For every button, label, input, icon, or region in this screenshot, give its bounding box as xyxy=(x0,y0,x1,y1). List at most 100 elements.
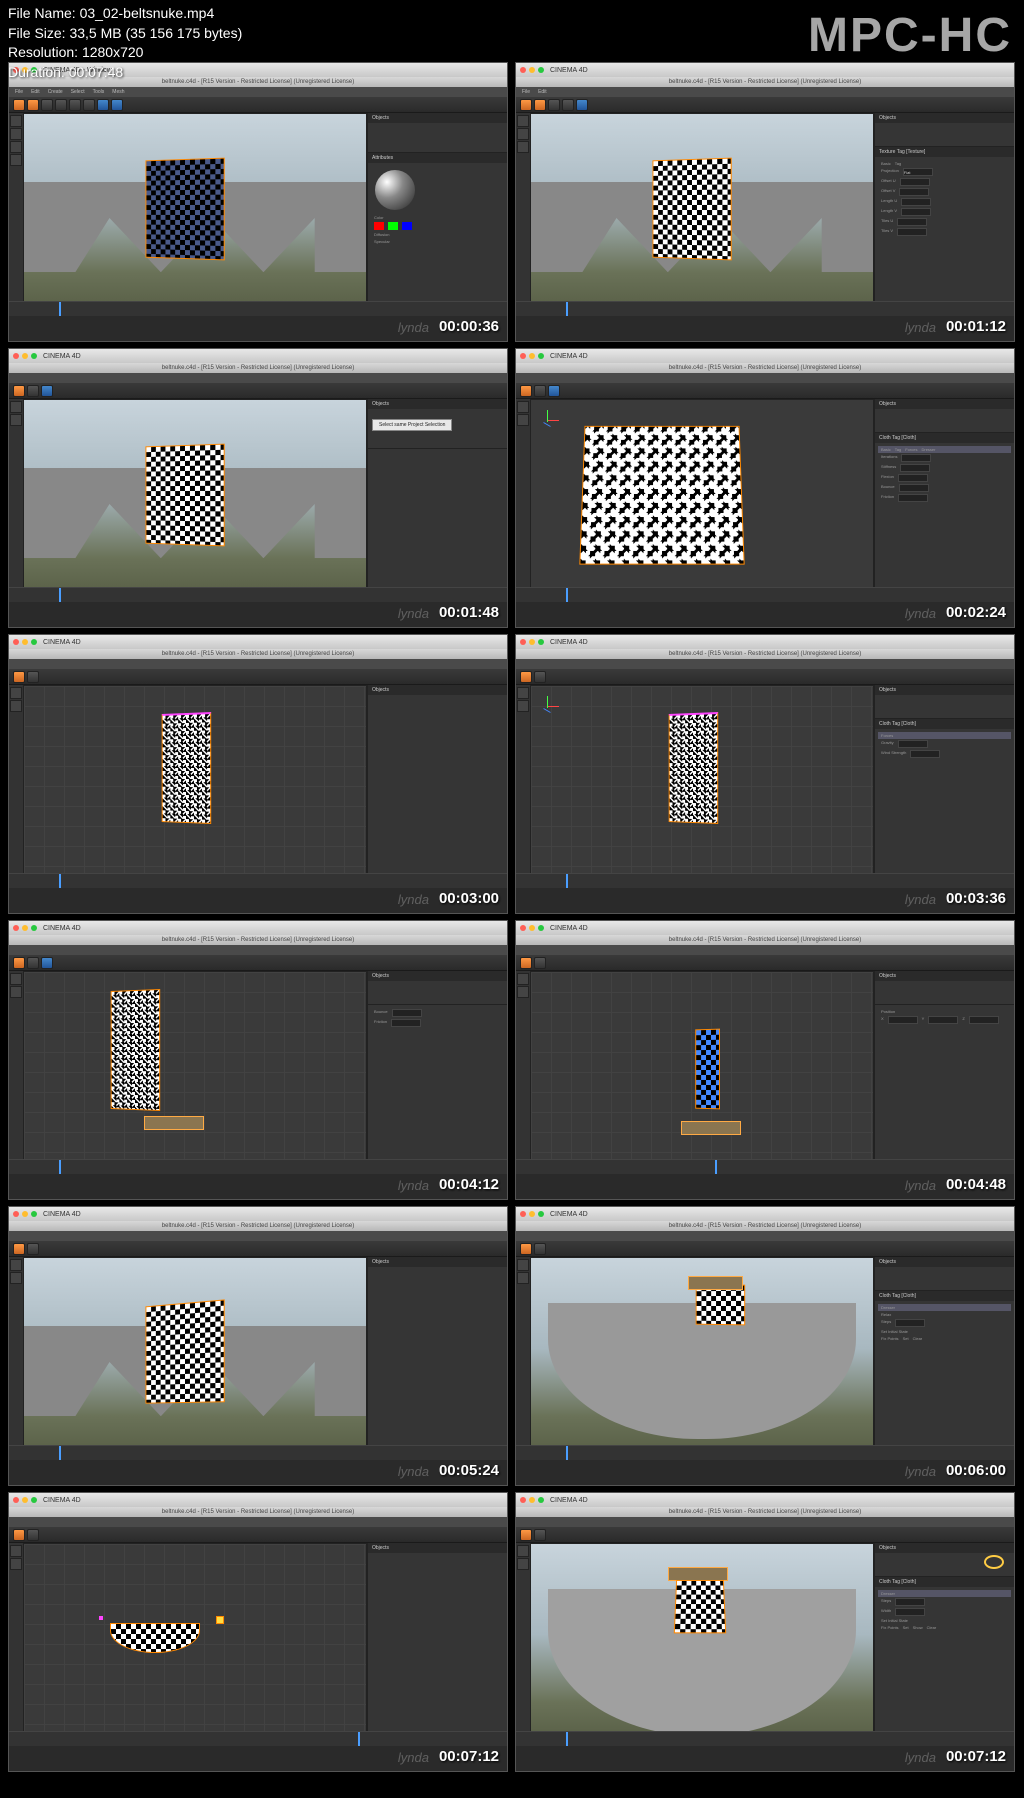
cloth-plane[interactable] xyxy=(145,158,224,261)
thumbnail[interactable]: CINEMA 4D beltnuke.c4d - [R15 Version - … xyxy=(8,1492,508,1772)
watermark: lynda xyxy=(398,1178,429,1193)
watermark: lynda xyxy=(398,1750,429,1765)
document-title: beltnuke.c4d - [R15 Version - Restricted… xyxy=(9,935,507,945)
cloth-plane[interactable] xyxy=(145,1300,224,1404)
collider-box[interactable] xyxy=(668,1567,728,1581)
menu-bar[interactable] xyxy=(9,373,507,383)
thumbnail[interactable]: CINEMA 4D beltnuke.c4d - [R15 Version - … xyxy=(8,348,508,628)
timecode: 00:01:48 xyxy=(439,604,499,621)
length-u-input[interactable] xyxy=(901,198,931,206)
timecode: 00:06:00 xyxy=(946,1462,1006,1479)
cloth-tag-header[interactable]: Cloth Tag [Cloth] xyxy=(875,433,1014,443)
thumbnail[interactable]: CINEMA 4D beltnuke.c4d - [R15 Version - … xyxy=(515,1492,1015,1772)
menu-bar[interactable]: FileEdit xyxy=(516,87,1014,97)
watermark: lynda xyxy=(398,320,429,335)
tiles-v-input[interactable] xyxy=(897,228,927,236)
objects-panel-header[interactable]: Objects xyxy=(368,399,507,409)
thumbnail[interactable]: CINEMA 4D beltnuke.c4d - [R15 Version - … xyxy=(515,634,1015,914)
scale-tool-icon[interactable] xyxy=(69,99,81,111)
cloth-plane-collapsed[interactable] xyxy=(695,1028,720,1109)
document-title: beltnuke.c4d - [R15 Version - Restricted… xyxy=(516,1221,1014,1231)
thumbnail[interactable]: CINEMA 4D beltnuke.c4d - [R15 Version - … xyxy=(515,920,1015,1200)
document-title: beltnuke.c4d - [R15 Version - Restricted… xyxy=(516,77,1014,87)
collider-box[interactable] xyxy=(144,1116,204,1130)
point-mode-icon[interactable] xyxy=(10,128,22,140)
cloth-plane-draped[interactable] xyxy=(673,1580,725,1633)
gravity-input[interactable] xyxy=(898,740,928,748)
document-title: beltnuke.c4d - [R15 Version - Restricted… xyxy=(516,649,1014,659)
thumbnail-grid: CINEMA 4D - Window beltnuke.c4d - [R15 V… xyxy=(8,62,1016,1772)
objects-tree[interactable] xyxy=(368,123,507,153)
thumbnail[interactable]: CINEMA 4D beltnuke.c4d - [R15 Version - … xyxy=(8,1206,508,1486)
friction-input[interactable] xyxy=(898,494,928,502)
attributes-header[interactable]: Attributes xyxy=(368,153,507,163)
axis-gizmo xyxy=(541,410,561,430)
collider-box[interactable] xyxy=(681,1121,741,1135)
timeline-bar[interactable] xyxy=(516,301,1014,341)
tiles-u-input[interactable] xyxy=(897,218,927,226)
cloth-plane[interactable] xyxy=(161,712,211,824)
cube-primitive-icon[interactable] xyxy=(97,99,109,111)
offset-u-input[interactable] xyxy=(900,178,930,186)
collider-box[interactable] xyxy=(688,1276,743,1290)
watermark: lynda xyxy=(905,1464,936,1479)
timecode: 00:03:00 xyxy=(439,890,499,907)
offset-v-input[interactable] xyxy=(899,188,929,196)
main-toolbar[interactable] xyxy=(516,97,1014,113)
bounce-input[interactable] xyxy=(899,484,929,492)
model-mode-icon[interactable] xyxy=(10,115,22,127)
cloth-plane[interactable] xyxy=(580,425,745,564)
redo-icon[interactable] xyxy=(27,99,39,111)
spline-icon[interactable] xyxy=(111,99,123,111)
main-toolbar[interactable] xyxy=(9,383,507,399)
menu-bar[interactable] xyxy=(516,373,1014,383)
objects-panel-header[interactable]: Objects xyxy=(368,113,507,123)
fix-point-left[interactable] xyxy=(99,1616,103,1620)
poly-mode-icon[interactable] xyxy=(10,154,22,166)
cloth-plane[interactable] xyxy=(696,1285,746,1326)
edge-mode-icon[interactable] xyxy=(10,141,22,153)
watermark: lynda xyxy=(398,606,429,621)
thumbnail[interactable]: CINEMA 4D beltnuke.c4d - [R15 Version - … xyxy=(515,1206,1015,1486)
objects-tree[interactable]: Select same Project Selection xyxy=(368,409,507,449)
move-tool-icon[interactable] xyxy=(55,99,67,111)
timecode: 00:04:12 xyxy=(439,1176,499,1193)
objects-panel-header[interactable]: Objects xyxy=(875,113,1014,123)
undo-icon[interactable] xyxy=(13,99,25,111)
timecode: 00:07:12 xyxy=(946,1748,1006,1765)
thumbnail[interactable]: CINEMA 4D beltnuke.c4d - [R15 Version - … xyxy=(515,62,1015,342)
cloth-plane[interactable] xyxy=(668,712,718,824)
objects-tree[interactable] xyxy=(875,1553,1014,1577)
thumbnail[interactable]: CINEMA 4D - Window beltnuke.c4d - [R15 V… xyxy=(8,62,508,342)
cloth-plane[interactable] xyxy=(652,158,731,261)
main-toolbar[interactable] xyxy=(9,97,507,113)
document-title: beltnuke.c4d - [R15 Version - Restricted… xyxy=(516,363,1014,373)
watermark: lynda xyxy=(905,1178,936,1193)
projection-select[interactable] xyxy=(903,168,933,176)
material-preview-sphere[interactable] xyxy=(375,170,415,210)
menu-bar[interactable]: FileEditCreateSelectToolsMesh xyxy=(9,87,507,97)
cloth-tag-header[interactable]: Cloth Tag [Cloth] xyxy=(875,719,1014,729)
timeline-bar[interactable] xyxy=(9,301,507,341)
context-menu[interactable]: Select same Project Selection xyxy=(372,419,452,431)
stiffness-input[interactable] xyxy=(900,464,930,472)
wind-input[interactable] xyxy=(910,750,940,758)
timecode: 00:07:12 xyxy=(439,1748,499,1765)
select-tool-icon[interactable] xyxy=(41,99,53,111)
cloth-plane[interactable] xyxy=(145,444,224,547)
objects-tree[interactable] xyxy=(875,123,1014,147)
thumbnail[interactable]: CINEMA 4D beltnuke.c4d - [R15 Version - … xyxy=(8,920,508,1200)
texture-tag-header[interactable]: Texture Tag [Texture] xyxy=(875,147,1014,157)
thumbnail[interactable]: CINEMA 4D beltnuke.c4d - [R15 Version - … xyxy=(8,634,508,914)
iterations-input[interactable] xyxy=(901,454,931,462)
flexion-input[interactable] xyxy=(898,474,928,482)
thumbnail[interactable]: CINEMA 4D beltnuke.c4d - [R15 Version - … xyxy=(515,348,1015,628)
window-titlebar: CINEMA 4D xyxy=(516,63,1014,77)
rotate-tool-icon[interactable] xyxy=(83,99,95,111)
collider-end[interactable] xyxy=(216,1616,224,1624)
objects-panel-header[interactable]: Objects xyxy=(875,399,1014,409)
cloth-plane[interactable] xyxy=(110,989,160,1111)
document-title: beltnuke.c4d - [R15 Version - Restricted… xyxy=(9,363,507,373)
length-v-input[interactable] xyxy=(901,208,931,216)
highlight-circle xyxy=(984,1555,1004,1569)
